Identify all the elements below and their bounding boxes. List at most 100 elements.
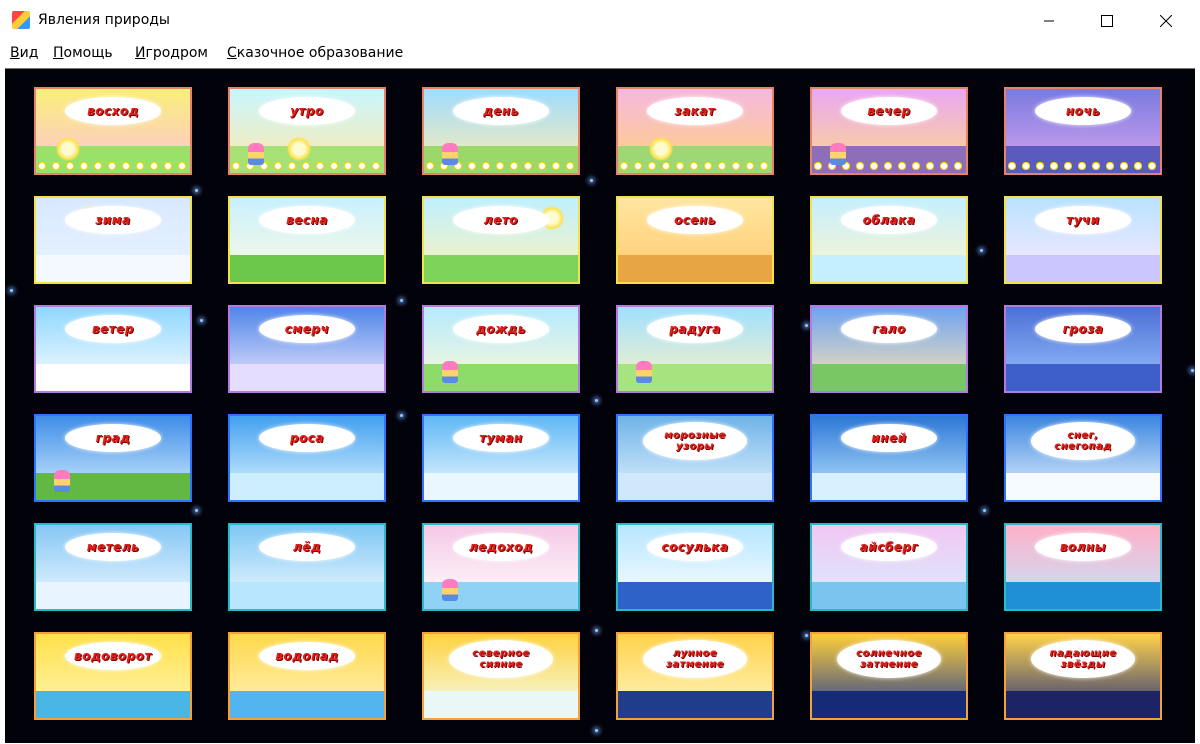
close-button[interactable] [1143,0,1189,42]
phenomenon-tile[interactable]: гало [810,305,968,393]
menu-help[interactable]: Помощь [53,45,113,61]
tile-ground [812,691,966,718]
phenomenon-tile[interactable]: айсберг [810,523,968,611]
phenomenon-tile[interactable]: гроза [1004,305,1162,393]
tile-title-cloud: ночь [1035,97,1131,125]
tile-title-cloud: северное сияние [449,640,553,678]
tile-title-cloud: гроза [1035,315,1131,343]
tile-title-cloud: дождь [453,315,549,343]
phenomenon-tile[interactable]: тучи [1004,196,1162,284]
tile-label: вечер [867,104,911,118]
star-sparkle [595,729,598,732]
tile-label: гало [872,322,906,336]
phenomenon-tile[interactable]: лёд [228,523,386,611]
phenomenon-tile[interactable]: снег, снегопад [1004,414,1162,502]
tile-label: дождь [476,322,526,336]
phenomenon-tile[interactable]: вечер [810,87,968,175]
tile-title-cloud: айсберг [841,533,937,561]
phenomenon-tile[interactable]: зима [34,196,192,284]
phenomenon-tile[interactable]: день [422,87,580,175]
phenomenon-tile[interactable]: лето [422,196,580,284]
tile-title-cloud: снег, снегопад [1031,422,1135,460]
tile-ground [812,582,966,609]
tile-title-cloud: осень [647,206,743,234]
cartoon-character [442,143,458,165]
tile-title-cloud: утро [259,97,355,125]
tile-ground [812,473,966,500]
phenomenon-tile[interactable]: иней [810,414,968,502]
phenomenon-tile[interactable]: северное сияние [422,632,580,720]
tile-title-cloud: морозные узоры [643,422,747,460]
tile-label: град [95,431,131,445]
phenomenon-tile[interactable]: туман [422,414,580,502]
tile-label: осень [674,213,716,227]
phenomenon-tile[interactable]: лунное затмение [616,632,774,720]
tile-title-cloud: лунное затмение [643,640,747,678]
tile-ground [36,255,190,282]
tile-label: смерч [284,322,330,336]
tile-ground [1006,691,1160,718]
tile-title-cloud: роса [259,424,355,452]
phenomenon-tile[interactable]: ветер [34,305,192,393]
star-sparkle [1191,369,1194,372]
tile-title-cloud: гало [841,315,937,343]
star-sparkle [195,509,198,512]
tile-label: восход [87,104,139,118]
tile-title-cloud: тучи [1035,206,1131,234]
daisy-flowers [36,161,190,171]
phenomenon-tile[interactable]: облака [810,196,968,284]
tile-title-cloud: восход [65,97,161,125]
phenomenon-tile[interactable]: волны [1004,523,1162,611]
phenomenon-tile[interactable]: утро [228,87,386,175]
phenomenon-tile[interactable]: падающие звёзды [1004,632,1162,720]
minimize-button[interactable] [1026,0,1072,42]
tile-label: гроза [1062,322,1104,336]
menu-fairy-education[interactable]: Сказочное образование [227,45,403,61]
star-sparkle [983,509,986,512]
tile-label: туман [479,431,523,445]
phenomenon-tile[interactable]: закат [616,87,774,175]
app-icon[interactable] [12,11,30,29]
phenomenon-tile[interactable]: водоворот [34,632,192,720]
phenomenon-tile[interactable]: осень [616,196,774,284]
tile-label: водоворот [74,649,152,663]
tile-title-cloud: водоворот [65,642,161,670]
window-title: Явления природы [38,12,170,28]
phenomenon-tile[interactable]: ночь [1004,87,1162,175]
tile-ground [230,691,384,718]
tile-title-cloud: вечер [841,97,937,125]
phenomenon-tile[interactable]: смерч [228,305,386,393]
menu-view[interactable]: Вид [10,45,38,61]
tile-title-cloud: град [65,424,161,452]
tile-label: ледоход [468,540,534,554]
phenomenon-tile[interactable]: весна [228,196,386,284]
phenomenon-tile[interactable]: водопад [228,632,386,720]
tile-title-cloud: закат [647,97,743,125]
tile-title-cloud: ледоход [453,533,549,561]
phenomenon-tile[interactable]: сосулька [616,523,774,611]
tile-ground [812,255,966,282]
phenomenon-tile[interactable]: радуга [616,305,774,393]
tile-ground [618,473,772,500]
phenomenon-tile[interactable]: град [34,414,192,502]
phenomenon-tile[interactable]: морозные узоры [616,414,774,502]
star-sparkle [805,634,808,637]
menu-game-room[interactable]: Игродром [135,45,208,61]
phenomenon-tile[interactable]: дождь [422,305,580,393]
maximize-button[interactable] [1084,0,1130,42]
tile-ground [1006,364,1160,391]
minimize-icon [1044,20,1054,22]
phenomenon-tile[interactable]: восход [34,87,192,175]
cartoon-character [442,579,458,601]
tile-label: роса [289,431,325,445]
tile-label: сосулька [661,540,729,554]
tile-label: солнечное затмение [856,648,922,670]
phenomenon-tile[interactable]: ледоход [422,523,580,611]
star-sparkle [805,324,808,327]
tile-title-cloud: весна [259,206,355,234]
tile-ground [230,255,384,282]
phenomenon-tile[interactable]: метель [34,523,192,611]
phenomenon-tile[interactable]: солнечное затмение [810,632,968,720]
daisy-flowers [1006,161,1160,171]
phenomenon-tile[interactable]: роса [228,414,386,502]
